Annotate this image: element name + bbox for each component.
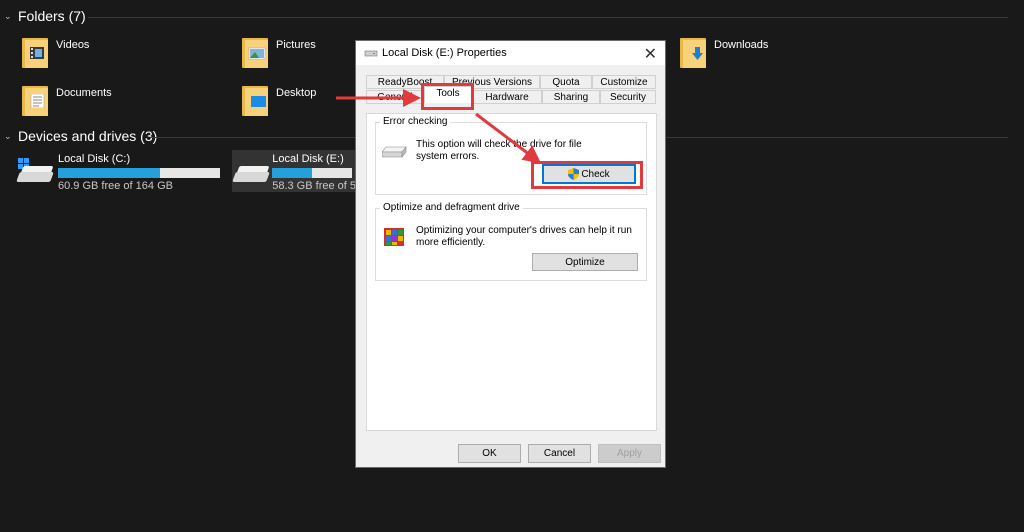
defragment-icon: [384, 228, 404, 246]
optimize-group: Optimize and defragment drive Optimizing…: [375, 202, 647, 281]
drive-free-space: 60.9 GB free of 164 GB: [58, 180, 173, 192]
apply-button[interactable]: Apply: [598, 444, 661, 463]
check-button-highlight: [531, 161, 643, 189]
folder-documents[interactable]: Documents: [22, 84, 112, 116]
drive-name: Local Disk (E:): [272, 153, 344, 165]
ok-button[interactable]: OK: [458, 444, 521, 463]
section-divider: [88, 17, 1008, 18]
tab-quota[interactable]: Quota: [540, 75, 592, 89]
drive-free-space: 58.3 GB free of 5: [272, 180, 356, 192]
drive-usage-bar: [272, 168, 353, 178]
tab-sharing[interactable]: Sharing: [542, 90, 600, 104]
dialog-titlebar[interactable]: Local Disk (E:) Properties ✕: [356, 41, 665, 65]
drives-section-header[interactable]: ⌄ Devices and drives (3): [4, 128, 157, 144]
tab-hardware[interactable]: Hardware: [472, 90, 542, 104]
group-title: Error checking: [380, 116, 451, 127]
folder-videos[interactable]: Videos: [22, 36, 89, 68]
drive-name: Local Disk (C:): [58, 153, 131, 165]
folder-downloads[interactable]: Downloads: [680, 36, 768, 68]
drive-usage-bar: [58, 168, 220, 178]
folders-section-header[interactable]: ⌄ Folders (7): [4, 8, 86, 24]
drives-header-label: Devices and drives (3): [18, 128, 158, 144]
folder-label: Desktop: [276, 87, 317, 99]
tools-tab-highlight: [421, 83, 474, 110]
error-checking-description: This option will check the drive for fil…: [416, 139, 582, 162]
folders-header-label: Folders (7): [18, 8, 86, 24]
drive-e[interactable]: Local Disk (E:) 58.3 GB free of 5: [232, 150, 356, 192]
videos-folder-icon: [22, 36, 48, 68]
drive-c[interactable]: Local Disk (C:) 60.9 GB free of 164 GB: [16, 150, 226, 192]
close-icon[interactable]: ✕: [644, 44, 657, 64]
folder-label: Pictures: [276, 39, 316, 51]
cancel-button[interactable]: Cancel: [528, 444, 591, 463]
dialog-title: Local Disk (E:) Properties: [382, 47, 507, 59]
pictures-folder-icon: [242, 36, 268, 68]
folder-label: Downloads: [714, 39, 769, 51]
tab-general[interactable]: General: [366, 90, 424, 104]
hard-drive-icon: [232, 158, 270, 184]
folder-label: Videos: [56, 39, 90, 51]
optimize-button[interactable]: Optimize: [532, 253, 638, 271]
chevron-down-icon: ⌄: [4, 10, 12, 21]
optimize-description: Optimizing your computer's drives can he…: [416, 225, 632, 248]
tab-customize[interactable]: Customize: [592, 75, 656, 89]
folder-pictures[interactable]: Pictures: [242, 36, 316, 68]
desktop-folder-icon: [242, 84, 268, 116]
folder-label: Documents: [56, 87, 112, 99]
drive-title-icon: [364, 50, 378, 57]
windows-drive-icon: [16, 158, 54, 184]
downloads-folder-icon: [680, 36, 706, 68]
chevron-down-icon: ⌄: [4, 130, 12, 141]
hard-drive-icon: [382, 146, 407, 158]
group-title: Optimize and defragment drive: [380, 202, 523, 213]
properties-dialog: Local Disk (E:) Properties ✕ ReadyBoost …: [355, 40, 666, 468]
folder-desktop[interactable]: Desktop: [242, 84, 316, 116]
documents-folder-icon: [22, 84, 48, 116]
tab-security[interactable]: Security: [600, 90, 656, 104]
